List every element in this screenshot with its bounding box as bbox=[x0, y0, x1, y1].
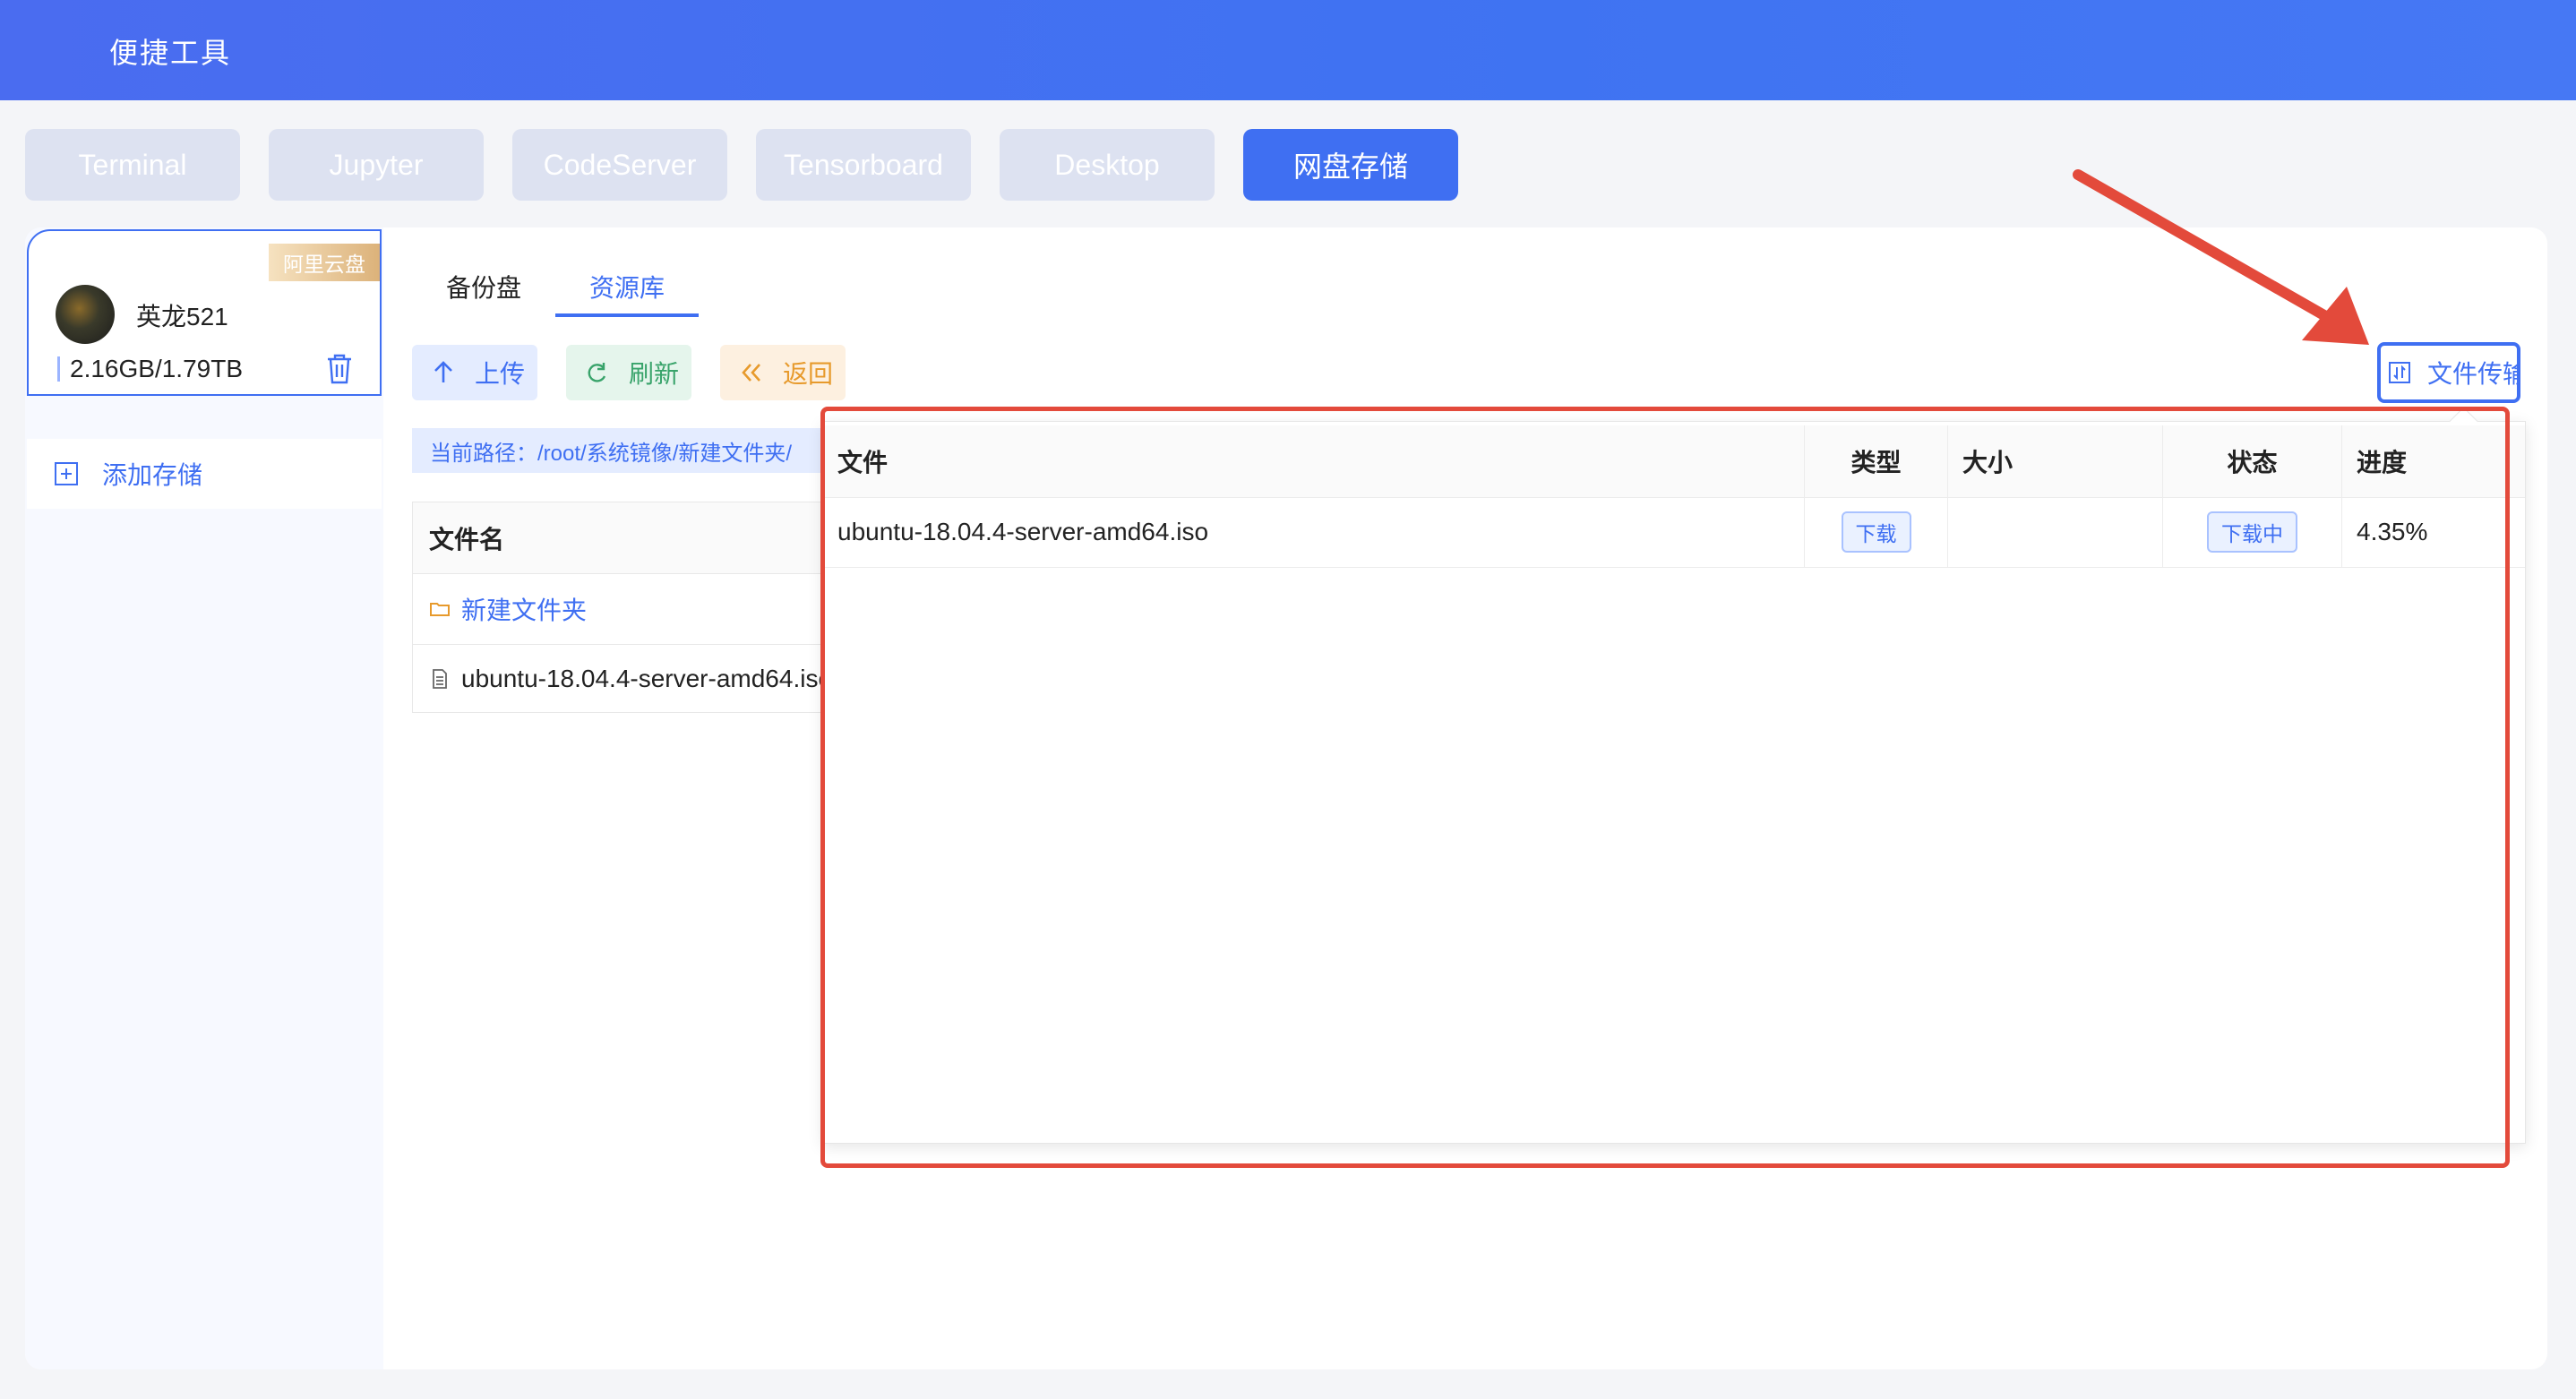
storage-quota: 2.16GB/1.79TB bbox=[70, 355, 244, 382]
tab-jupyter[interactable]: Jupyter bbox=[269, 129, 484, 201]
trash-icon[interactable] bbox=[324, 353, 355, 385]
arrow-up-icon bbox=[434, 361, 452, 382]
add-storage-button[interactable]: 添加存储 bbox=[27, 439, 382, 509]
annotation-arrow-icon bbox=[2073, 169, 2369, 345]
provider-badge: 阿里云盘 bbox=[269, 244, 380, 281]
refresh-label: 刷新 bbox=[629, 360, 680, 388]
file-icon bbox=[433, 669, 447, 689]
account-name: 英龙521 bbox=[136, 303, 228, 330]
storage-account-card[interactable]: 阿里云盘 英龙521 2.16GB/1.79TB bbox=[27, 229, 382, 396]
file-name: ubuntu-18.04.4-server-amd64.iso bbox=[461, 665, 832, 692]
tab-desktop[interactable]: Desktop bbox=[1000, 129, 1215, 201]
file-name: 新建文件夹 bbox=[461, 597, 588, 624]
subtab-resource-library[interactable]: 资源库 bbox=[589, 269, 665, 305]
active-subtab-indicator bbox=[555, 313, 699, 317]
refresh-icon bbox=[588, 363, 606, 382]
folder-icon bbox=[430, 603, 450, 616]
add-storage-label: 添加存储 bbox=[102, 461, 203, 489]
top-bar: 便捷工具 bbox=[0, 0, 2576, 100]
file-table-header: 文件名 bbox=[413, 502, 832, 574]
page-title: 便捷工具 bbox=[109, 37, 232, 69]
file-transfer-button[interactable]: 文件传输 bbox=[2377, 342, 2520, 403]
current-path: 当前路径：/root/系统镜像/新建文件夹/ bbox=[412, 428, 824, 473]
tab-tensorboard[interactable]: Tensorboard bbox=[756, 129, 971, 201]
highlight-box bbox=[820, 407, 2510, 1168]
tab-codeserver[interactable]: CodeServer bbox=[512, 129, 727, 201]
storage-sidebar bbox=[25, 227, 383, 1369]
transfer-icon bbox=[2389, 362, 2410, 383]
file-table: 文件名 新建文件夹 ubuntu-18.04.4-server-amd64.is… bbox=[412, 502, 833, 713]
refresh-button[interactable]: 刷新 bbox=[566, 345, 691, 400]
subtab-backup-disk[interactable]: 备份盘 bbox=[446, 269, 521, 305]
upload-label: 上传 bbox=[475, 360, 526, 388]
double-chevron-left-icon bbox=[742, 364, 760, 382]
back-button[interactable]: 返回 bbox=[720, 345, 846, 400]
avatar bbox=[56, 285, 115, 344]
back-label: 返回 bbox=[783, 360, 834, 388]
tab-cloud-storage[interactable]: 网盘存储 bbox=[1243, 129, 1458, 201]
file-row-iso[interactable]: ubuntu-18.04.4-server-amd64.iso bbox=[413, 644, 832, 714]
tab-terminal[interactable]: Terminal bbox=[25, 129, 240, 201]
quota-indicator bbox=[57, 356, 60, 382]
plus-square-icon bbox=[55, 462, 78, 485]
file-row-folder[interactable]: 新建文件夹 bbox=[413, 574, 832, 645]
file-transfer-label: 文件传输 bbox=[2427, 360, 2520, 388]
upload-button[interactable]: 上传 bbox=[412, 345, 537, 400]
